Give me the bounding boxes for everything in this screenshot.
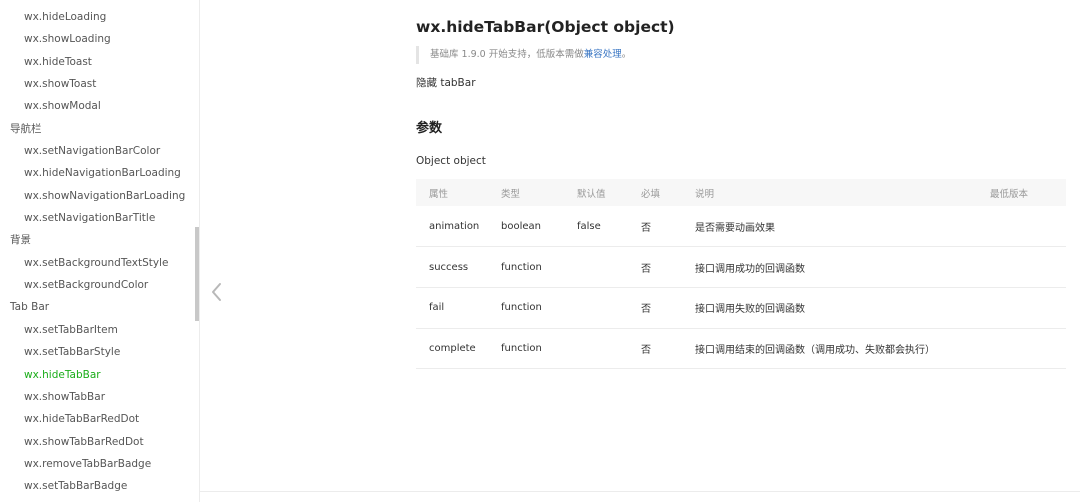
param-table: 属性 类型 默认值 必填 说明 最低版本 animation boolean f… bbox=[416, 179, 1066, 370]
sidebar-item-hide-loading[interactable]: wx.hideLoading bbox=[0, 6, 199, 28]
version-note: 基础库 1.9.0 开始支持，低版本需做兼容处理。 bbox=[416, 46, 631, 64]
table-cell: false bbox=[577, 206, 641, 248]
table-row: complete function 否 接口调用结束的回调函数（调用成功、失败都… bbox=[416, 328, 1066, 370]
table-cell: 否 bbox=[641, 328, 695, 370]
table-cell bbox=[577, 287, 641, 329]
sidebar-item-set-background-color[interactable]: wx.setBackgroundColor bbox=[0, 274, 199, 296]
sidebar-item-set-tab-bar-badge[interactable]: wx.setTabBarBadge bbox=[0, 475, 199, 497]
table-cell: boolean bbox=[501, 206, 577, 248]
table-cell: 否 bbox=[641, 246, 695, 288]
table-header-cell: 必填 bbox=[641, 179, 695, 206]
sidebar-item-set-navigation-bar-color[interactable]: wx.setNavigationBarColor bbox=[0, 140, 199, 162]
table-cell: 接口调用失败的回调函数 bbox=[695, 287, 990, 329]
sidebar-item-show-modal[interactable]: wx.showModal bbox=[0, 95, 199, 117]
table-cell bbox=[990, 246, 1066, 288]
table-header-cell: 最低版本 bbox=[990, 179, 1066, 206]
table-cell bbox=[577, 246, 641, 288]
table-header-cell: 默认值 bbox=[577, 179, 641, 206]
table-cell: 是否需要动画效果 bbox=[695, 206, 990, 248]
footer-divider bbox=[200, 491, 1080, 492]
table-cell: 接口调用成功的回调函数 bbox=[695, 246, 990, 288]
sidebar-item-set-navigation-bar-title[interactable]: wx.setNavigationBarTitle bbox=[0, 207, 199, 229]
sidebar-item-show-tab-bar-red-dot[interactable]: wx.showTabBarRedDot bbox=[0, 431, 199, 453]
sidebar-group-background: 背景 bbox=[10, 234, 31, 247]
sidebar-item-set-background-text-style[interactable]: wx.setBackgroundTextStyle bbox=[0, 252, 199, 274]
sidebar-item-hide-navigation-bar-loading[interactable]: wx.hideNavigationBarLoading bbox=[0, 162, 199, 184]
sidebar-scrollbar-thumb[interactable] bbox=[195, 227, 199, 321]
version-note-text: 基础库 1.9.0 开始支持，低版本需做 bbox=[430, 49, 584, 60]
table-row: animation boolean false 否 是否需要动画效果 bbox=[416, 206, 1066, 248]
table-row: success function 否 接口调用成功的回调函数 bbox=[416, 246, 1066, 288]
sidebar-item-set-tab-bar-style[interactable]: wx.setTabBarStyle bbox=[0, 341, 199, 363]
table-cell: success bbox=[416, 246, 501, 288]
table-cell: complete bbox=[416, 328, 501, 370]
sidebar-group-navigation-bar: 导航栏 bbox=[10, 122, 42, 135]
version-note-end: 。 bbox=[621, 49, 632, 60]
table-cell bbox=[577, 328, 641, 370]
param-object-name: Object object bbox=[416, 155, 486, 167]
sidebar-nav: wx.hideLoading wx.showLoading wx.hideToa… bbox=[0, 0, 200, 502]
sidebar-scrollbar[interactable] bbox=[195, 0, 199, 502]
table-cell bbox=[990, 328, 1066, 370]
table-header-row: 属性 类型 默认值 必填 说明 最低版本 bbox=[416, 179, 1066, 206]
table-cell: function bbox=[501, 246, 577, 288]
api-description: 隐藏 tabBar bbox=[416, 77, 476, 89]
sidebar-item-hide-tab-bar[interactable]: wx.hideTabBar bbox=[0, 364, 199, 386]
table-cell: 接口调用结束的回调函数（调用成功、失败都会执行） bbox=[695, 328, 990, 370]
sidebar-item-show-tab-bar[interactable]: wx.showTabBar bbox=[0, 386, 199, 408]
sidebar-item-remove-tab-bar-badge[interactable]: wx.removeTabBarBadge bbox=[0, 453, 199, 475]
table-cell bbox=[990, 287, 1066, 329]
sidebar-item-show-toast[interactable]: wx.showToast bbox=[0, 73, 199, 95]
sidebar-item-hide-toast[interactable]: wx.hideToast bbox=[0, 51, 199, 73]
table-header-cell: 类型 bbox=[501, 179, 577, 206]
section-title-params: 参数 bbox=[416, 121, 443, 136]
chevron-left-icon[interactable] bbox=[208, 280, 226, 304]
table-cell: function bbox=[501, 328, 577, 370]
table-header-cell: 说明 bbox=[695, 179, 990, 206]
table-cell: function bbox=[501, 287, 577, 329]
compat-link[interactable]: 兼容处理 bbox=[584, 49, 622, 60]
table-cell: 否 bbox=[641, 206, 695, 248]
table-cell bbox=[990, 206, 1066, 248]
table-header-cell: 属性 bbox=[416, 179, 501, 206]
sidebar-item-set-tab-bar-item[interactable]: wx.setTabBarItem bbox=[0, 319, 199, 341]
table-cell: fail bbox=[416, 287, 501, 329]
table-cell: 否 bbox=[641, 287, 695, 329]
sidebar-item-hide-tab-bar-red-dot[interactable]: wx.hideTabBarRedDot bbox=[0, 408, 199, 430]
table-cell: animation bbox=[416, 206, 501, 248]
sidebar-item-show-navigation-bar-loading[interactable]: wx.showNavigationBarLoading bbox=[0, 185, 199, 207]
page-title: wx.hideTabBar(Object object) bbox=[416, 18, 675, 36]
sidebar-group-tab-bar: Tab Bar bbox=[10, 301, 50, 314]
sidebar-list: wx.hideLoading wx.showLoading wx.hideToa… bbox=[0, 0, 199, 498]
table-row: fail function 否 接口调用失败的回调函数 bbox=[416, 287, 1066, 329]
sidebar-item-show-loading[interactable]: wx.showLoading bbox=[0, 28, 199, 50]
